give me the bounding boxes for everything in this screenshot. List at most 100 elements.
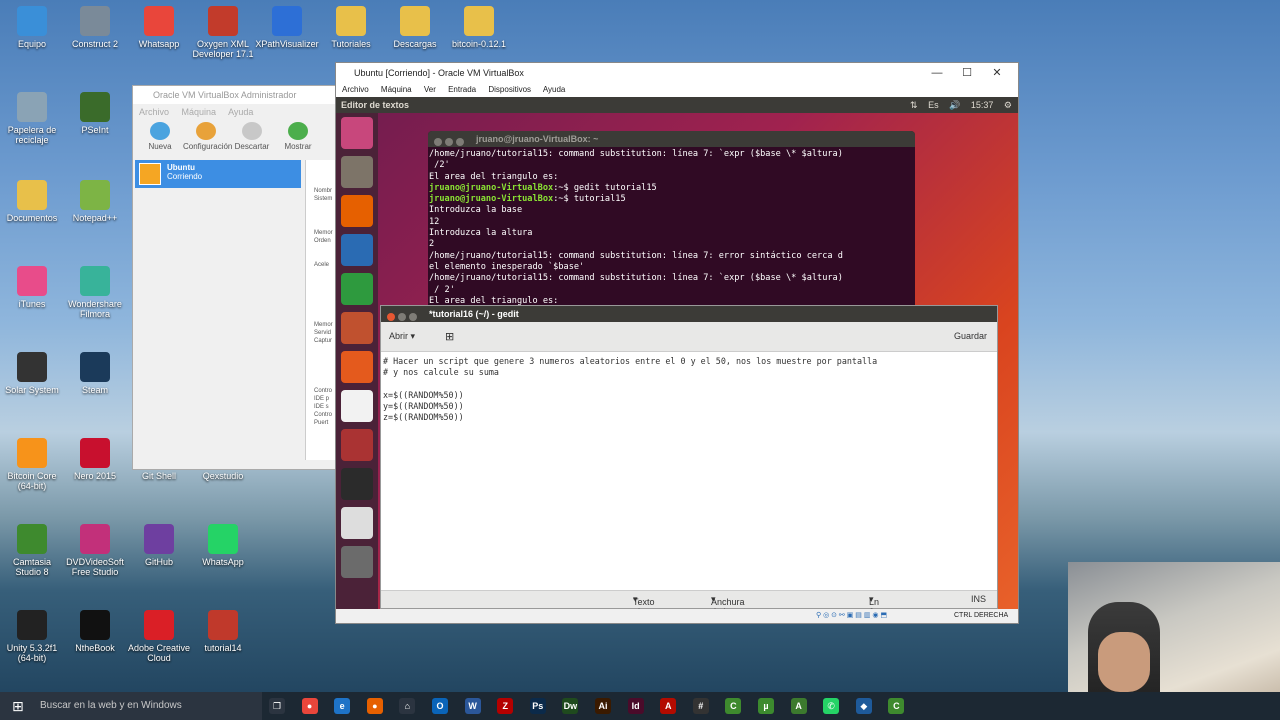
menu-ayuda[interactable]: Ayuda [543,85,566,94]
network-icon[interactable]: ⇅ [910,100,918,110]
cursor-position[interactable]: Ln 6, Col 17 ▾ [869,594,879,609]
vbm-menu-maquina[interactable]: Máquina [182,107,217,117]
taskbar-outlook-icon[interactable]: O [432,698,448,714]
launcher-settings-icon[interactable] [341,429,373,461]
menu-dispositivos[interactable]: Dispositivos [488,85,531,94]
close-dot-icon[interactable] [434,138,442,146]
show-button[interactable]: Mostrar [275,120,321,154]
taskbar-camtasia-rec-icon[interactable]: C [888,698,905,714]
taskbar-utorrent-icon[interactable]: µ [758,698,774,714]
taskbar-word-icon[interactable]: W [464,698,481,714]
taskbar-whatsapp-icon[interactable]: ✆ [823,698,840,714]
taskbar-illustrator-icon[interactable]: Ai [595,698,611,714]
desktop-icon[interactable]: Adobe Creative Cloud [127,610,191,663]
desktop-icon[interactable]: GitHub [127,524,191,567]
desktop-icon[interactable]: iTunes [0,266,64,309]
desktop-icon[interactable]: Unity 5.3.2f1 (64-bit) [0,610,64,663]
menu-entrada[interactable]: Entrada [448,85,476,94]
launcher-trash-icon[interactable] [341,546,373,578]
new-document-icon[interactable]: ⊞ [445,330,454,343]
maximize-button[interactable]: ☐ [952,63,982,83]
launcher-terminal-icon[interactable] [341,468,373,500]
detail-label: Servid [314,330,332,336]
tab-width-selector[interactable]: Anchura de la pestaña: 8 ▾ [711,594,745,609]
desktop-icon[interactable]: Solar System [0,352,64,395]
vm-window-menu: Archivo Máquina Ver Entrada Dispositivos… [336,83,1018,97]
minimize-dot-icon[interactable] [445,138,453,146]
desktop-icon[interactable]: Whatsapp [127,6,191,49]
desktop-icon[interactable]: DVDVideoSoft Free Studio [63,524,127,577]
taskbar-filezilla-icon[interactable]: Z [497,698,514,714]
launcher-gedit-icon[interactable] [341,507,373,539]
taskbar-virtualbox-icon[interactable]: ◆ [855,698,872,714]
minimize-button[interactable]: — [922,63,952,83]
desktop-icon[interactable]: XPathVisualizer [255,6,319,49]
taskbar-store-icon[interactable]: ⌂ [399,698,416,714]
desktop-icon[interactable]: Papelera de reciclaje [0,92,64,145]
desktop-icon[interactable]: tutorial14 [191,610,255,653]
windows-start-icon[interactable]: ⊞ [12,692,24,720]
open-button[interactable]: Abrir ▾ [389,331,415,342]
taskbar-dreamweaver-icon[interactable]: Dw [562,698,579,714]
search-box[interactable]: ⊞ Buscar en la web y en Windows [0,692,262,720]
keyboard-layout[interactable]: Es [928,100,939,110]
desktop-icon[interactable]: Oxygen XML Developer 17.1 [191,6,255,59]
desktop-icon[interactable]: Bitcoin Core (64-bit) [0,438,64,491]
desktop-icon[interactable]: Nero 2015 [63,438,127,481]
menu-ver[interactable]: Ver [424,85,436,94]
taskbar-android-icon[interactable]: A [790,698,807,714]
power-gear-icon[interactable]: ⚙ [1004,100,1012,110]
launcher-writer-icon[interactable] [341,234,373,266]
vm-list-item-ubuntu[interactable]: Ubuntu Corriendo [135,160,301,188]
desktop-icon[interactable]: bitcoin-0.12.1 [447,6,511,49]
maximize-dot-icon[interactable] [456,138,464,146]
taskbar-camtasia-icon[interactable]: C [725,698,742,714]
volume-icon[interactable]: 🔊 [949,100,960,110]
taskbar-photoshop-icon[interactable]: Ps [529,698,546,714]
vbm-menu-ayuda[interactable]: Ayuda [228,107,253,117]
taskbar-indesign-icon[interactable]: Id [627,698,644,714]
desktop-icon[interactable]: Tutoriales [319,6,383,49]
taskbar-chrome-icon[interactable]: ● [301,698,318,714]
settings-button[interactable]: Configuración [183,120,232,154]
taskbar-acrobat-icon[interactable]: A [660,698,677,714]
launcher-firefox-icon[interactable] [341,195,373,227]
save-button[interactable]: Guardar [954,331,987,341]
menu-maquina[interactable]: Máquina [381,85,412,94]
taskbar-calculator-icon[interactable]: # [692,698,709,714]
launcher-dash-icon[interactable] [341,117,373,149]
desktop-icon[interactable]: Steam [63,352,127,395]
language-selector[interactable]: Texto plano ▾ [633,594,655,609]
discard-button[interactable]: Descartar [229,120,275,154]
new-vm-button[interactable]: Nueva [137,120,183,154]
taskbar-task-view-icon[interactable]: ❐ [269,698,285,714]
desktop-icon[interactable]: PSeInt [63,92,127,135]
desktop-icon[interactable]: Wondershare Filmora [63,266,127,319]
desktop-icon[interactable]: WhatsApp [191,524,255,567]
clock[interactable]: 15:37 [971,100,994,110]
desktop-icon[interactable]: Descargas [383,6,447,49]
taskbar-firefox-icon[interactable]: ● [366,698,383,714]
ubuntu-vm-icon [139,163,161,185]
desktop-icon[interactable]: Documentos [0,180,64,223]
minimize-dot-icon[interactable] [398,313,406,321]
close-button[interactable]: ✕ [982,63,1012,83]
desktop-icon[interactable]: Construct 2 [63,6,127,49]
desktop-icon[interactable]: Equipo [0,6,64,49]
launcher-files-icon[interactable] [341,156,373,188]
launcher-impress-icon[interactable] [341,312,373,344]
launcher-software-icon[interactable] [341,351,373,383]
launcher-calc-icon[interactable] [341,273,373,305]
desktop-icon[interactable]: Notepad++ [63,180,127,223]
vbm-menu-archivo[interactable]: Archivo [139,107,169,117]
menu-archivo[interactable]: Archivo [342,85,369,94]
desktop-icon[interactable]: NtheBook [63,610,127,653]
device-status-icons[interactable]: ⚲ ◎ ⊙ ⚯ ▣ ▤ ▥ ◉ ⬒ [816,609,887,623]
maximize-dot-icon[interactable] [409,313,417,321]
taskbar-edge-icon[interactable]: e [334,698,351,714]
desktop-icon[interactable]: Camtasia Studio 8 [0,524,64,577]
launcher-amazon-icon[interactable] [341,390,373,422]
editor-text-area[interactable]: # Hacer un script que genere 3 numeros a… [381,352,997,590]
terminal-output[interactable]: /home/jruano/tutorial15: command substit… [428,147,915,307]
close-dot-icon[interactable] [387,313,395,321]
